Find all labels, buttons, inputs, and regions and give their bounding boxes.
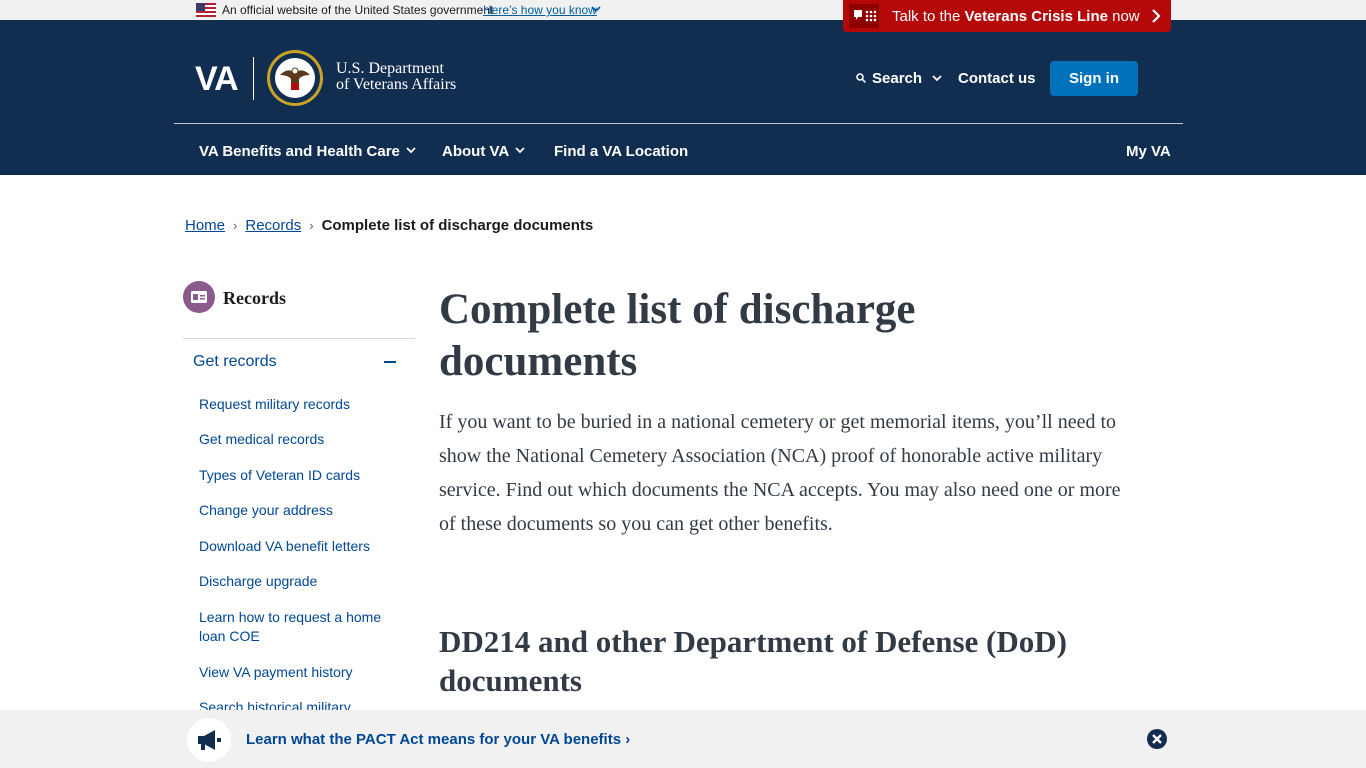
site-header: VA U.S. Department of Veterans Affairs S… <box>0 20 1366 175</box>
sidebar-item[interactable]: Request military records <box>199 395 399 414</box>
crisis-line-icon <box>849 4 879 28</box>
page-title: Complete list of discharge documents <box>439 286 916 385</box>
logo-divider <box>253 57 254 100</box>
sidebar-item[interactable]: Change your address <box>199 501 399 520</box>
breadcrumb-home[interactable]: Home <box>185 217 225 234</box>
department-line-1: U.S. Department <box>336 60 444 77</box>
chevron-down-icon[interactable] <box>590 3 602 15</box>
close-icon[interactable] <box>1147 729 1167 749</box>
pact-act-link[interactable]: Learn what the PACT Act means for your V… <box>246 731 630 748</box>
chevron-down-icon <box>406 147 416 154</box>
megaphone-badge <box>187 718 231 762</box>
id-card-icon <box>191 291 207 303</box>
breadcrumb-separator: › <box>309 218 314 233</box>
sidebar-item[interactable]: Get medical records <box>199 430 399 449</box>
nav-find-location[interactable]: Find a VA Location <box>554 143 688 160</box>
crisis-line-text: Talk to the Veterans Crisis Line now <box>892 8 1140 25</box>
breadcrumb: Home › Records › Complete list of discharge … <box>185 217 593 234</box>
gov-banner-text: An official website of the United States… <box>222 3 494 17</box>
va-logo[interactable]: VA <box>195 60 239 99</box>
chevron-right-icon <box>1152 9 1161 23</box>
search-icon <box>856 73 866 83</box>
crisis-strong: Veterans Crisis Line <box>964 8 1108 25</box>
section-heading: DD214 and other Department of Defense (D… <box>439 624 1067 698</box>
intro-paragraph: If you want to be buried in a national c… <box>439 411 1121 535</box>
chevron-down-icon <box>515 147 525 154</box>
breadcrumb-records[interactable]: Records <box>245 217 301 234</box>
records-icon <box>183 281 215 313</box>
department-line-2: of Veterans Affairs <box>336 76 457 93</box>
crisis-suffix: now <box>1107 8 1140 25</box>
nav-about-label: About VA <box>442 143 510 160</box>
megaphone-icon <box>198 730 221 750</box>
nav-benefits-label: VA Benefits and Health Care <box>199 143 400 160</box>
search-label: Search <box>872 70 923 87</box>
sidebar-section-get-records[interactable]: Get records <box>193 353 277 371</box>
sidebar-item[interactable]: Types of Veteran ID cards <box>199 466 399 485</box>
crisis-prefix: Talk to the <box>892 8 965 25</box>
sidebar-title: Records <box>223 288 286 308</box>
sidebar-divider <box>183 338 415 339</box>
nav-benefits[interactable]: VA Benefits and Health Care <box>199 143 416 160</box>
how-you-know-link[interactable]: Here’s how you know <box>483 3 597 17</box>
va-seal-icon[interactable] <box>266 49 324 107</box>
sidebar-item[interactable]: Discharge upgrade <box>199 572 399 591</box>
pact-act-banner: Learn what the PACT Act means for your V… <box>0 710 1366 768</box>
crisis-line-button[interactable]: Talk to the Veterans Crisis Line now <box>843 0 1171 32</box>
breadcrumb-separator: › <box>233 218 238 233</box>
department-name: U.S. Department of Veterans Affairs <box>336 61 456 93</box>
contact-us-link[interactable]: Contact us <box>958 70 1036 87</box>
pact-act-link-text: Learn what the PACT Act means for your V… <box>246 731 622 748</box>
sidebar-item[interactable]: Download VA benefit letters <box>199 537 399 556</box>
header-divider <box>174 123 1183 124</box>
collapse-minus-icon[interactable] <box>384 361 396 363</box>
sidebar-item[interactable]: View VA payment history <box>199 663 399 682</box>
sidebar-item[interactable]: Learn how to request a home loan COE <box>199 608 389 646</box>
nav-my-va[interactable]: My VA <box>1126 143 1171 160</box>
breadcrumb-current: Complete list of discharge documents <box>321 217 594 234</box>
us-flag-icon <box>196 3 216 17</box>
chevron-down-icon <box>932 75 942 82</box>
nav-about[interactable]: About VA <box>442 143 525 160</box>
sign-in-button[interactable]: Sign in <box>1050 61 1138 96</box>
